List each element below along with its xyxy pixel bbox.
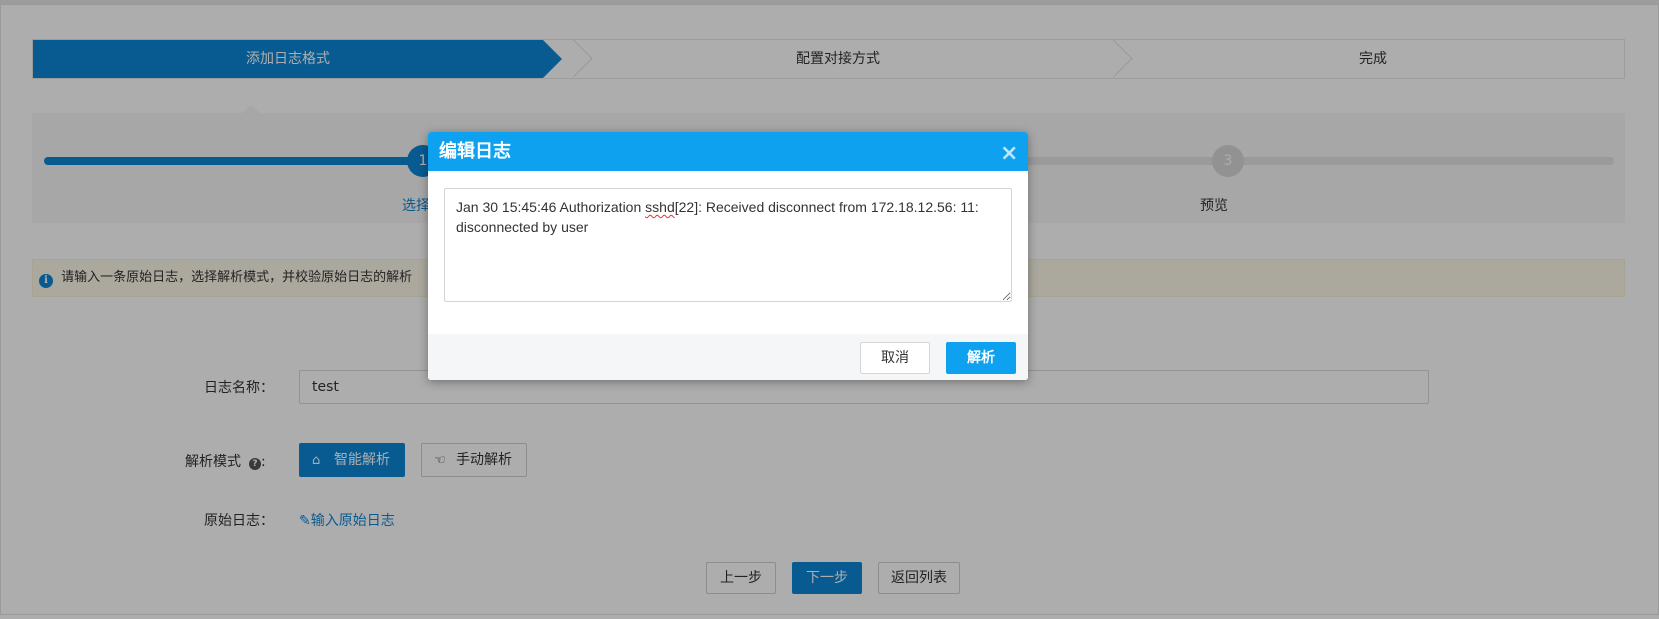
dialog-footer: 取消 解析 bbox=[428, 334, 1028, 380]
raw-log-textarea[interactable]: Jan 30 15:45:46 Authorization sshd[22]: … bbox=[444, 188, 1012, 302]
edit-log-dialog: 编辑日志 × Jan 30 15:45:46 Authorization ssh… bbox=[428, 132, 1028, 380]
dialog-body: Jan 30 15:45:46 Authorization sshd[22]: … bbox=[428, 171, 1028, 324]
dialog-title: 编辑日志 bbox=[439, 141, 511, 162]
cancel-button[interactable]: 取消 bbox=[860, 342, 930, 374]
dialog-header: 编辑日志 × bbox=[428, 132, 1028, 171]
close-icon[interactable]: × bbox=[1000, 143, 1018, 165]
parse-button[interactable]: 解析 bbox=[946, 342, 1016, 374]
log-text-spellcheck-word: sshd bbox=[645, 199, 675, 215]
log-text-part-1: Jan 30 15:45:46 Authorization bbox=[456, 199, 646, 215]
